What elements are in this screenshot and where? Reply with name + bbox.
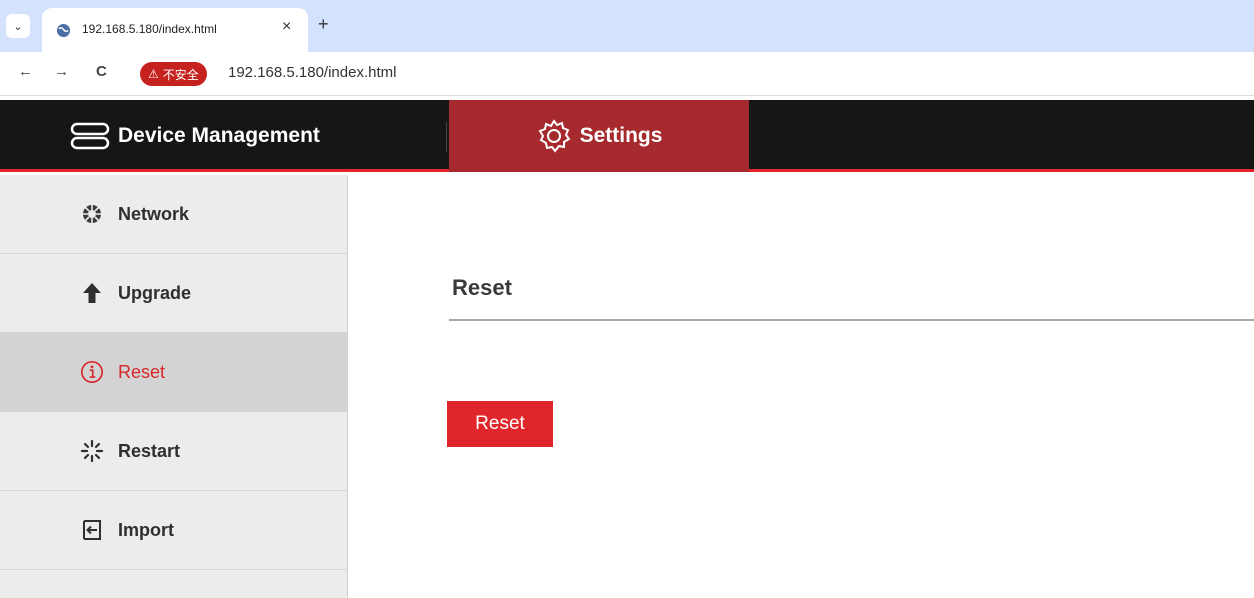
browser-tab-bar: ⌄ 192.168.5.180/index.html × + <box>0 0 1254 52</box>
spinner-icon <box>80 439 104 463</box>
nav-device-management[interactable]: Device Management <box>70 100 320 172</box>
not-secure-badge[interactable]: ⚠ 不安全 <box>140 62 207 86</box>
address-bar: ← → C ⚠ 不安全 192.168.5.180/index.html <box>0 52 1254 96</box>
nav-device-label: Device Management <box>118 124 320 147</box>
info-circle-icon <box>80 360 104 384</box>
network-icon <box>80 202 104 226</box>
forward-button[interactable]: → <box>54 63 69 80</box>
tab-search-button[interactable]: ⌄ <box>6 14 30 38</box>
nav-settings-label: Settings <box>579 124 663 147</box>
arrow-up-icon <box>80 281 104 305</box>
header-divider <box>446 122 447 152</box>
reset-button[interactable]: Reset <box>447 401 553 447</box>
sidebar-item-label: Restart <box>118 440 181 461</box>
sidebar-item-import[interactable]: Import <box>0 491 348 570</box>
nav-settings[interactable]: Settings <box>449 100 749 172</box>
globe-icon <box>56 23 71 38</box>
sidebar-item-label: Upgrade <box>118 282 192 303</box>
page-title: Reset <box>452 275 512 300</box>
title-divider <box>449 319 1254 321</box>
not-secure-label: 不安全 <box>162 67 199 82</box>
sidebar-item-restart[interactable]: Restart <box>0 412 348 491</box>
sidebar: Network Upgrade Reset Restart Import <box>0 175 348 598</box>
sidebar-item-upgrade[interactable]: Upgrade <box>0 254 348 333</box>
sidebar-item-network[interactable]: Network <box>0 175 348 254</box>
warning-icon: ⚠ <box>148 67 159 81</box>
tab-title: 192.168.5.180/index.html <box>82 22 217 36</box>
app-header: Device Management Settings <box>0 100 1254 172</box>
sidebar-item-reset[interactable]: Reset <box>0 333 348 412</box>
browser-tab[interactable]: 192.168.5.180/index.html × <box>42 8 308 52</box>
main-content: Reset Reset <box>349 175 1254 598</box>
sidebar-item-label: Network <box>118 203 190 224</box>
import-icon <box>80 518 104 542</box>
gear-icon <box>538 119 571 153</box>
server-icon <box>70 122 110 150</box>
tab-close-button[interactable]: × <box>282 18 291 36</box>
sidebar-item-label: Reset <box>118 361 166 382</box>
url-input[interactable]: 192.168.5.180/index.html <box>228 64 396 81</box>
new-tab-button[interactable]: + <box>318 14 329 35</box>
reload-button[interactable]: C <box>96 63 107 80</box>
back-button[interactable]: ← <box>18 63 33 80</box>
sidebar-item-label: Import <box>118 519 174 540</box>
